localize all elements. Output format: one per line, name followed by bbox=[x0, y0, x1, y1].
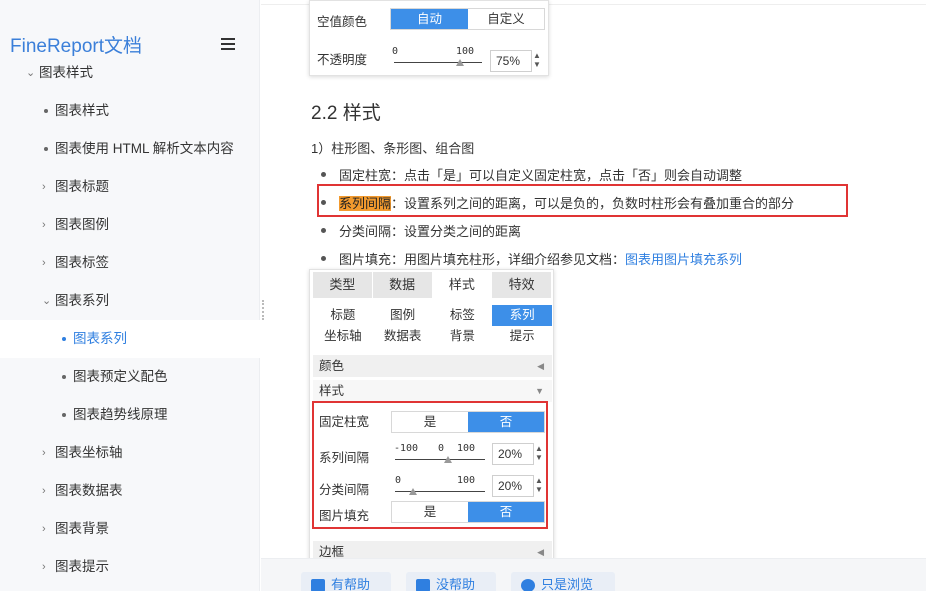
section-heading: 2.2 样式 bbox=[311, 103, 381, 124]
bullet-category-gap: 分类间隔：设置分类之间的距离 bbox=[339, 224, 522, 239]
subtab-tooltip[interactable]: 提示 bbox=[492, 326, 552, 347]
sidebar-item-label: 图表趋势线原理 bbox=[73, 407, 168, 422]
helpful-button[interactable]: 有帮助 bbox=[301, 572, 391, 591]
bullet-dot-icon bbox=[62, 413, 66, 417]
chevron-right-icon[interactable]: › bbox=[42, 510, 46, 548]
sidebar-item-label: 图表样式 bbox=[55, 103, 109, 118]
subtab-title[interactable]: 标题 bbox=[313, 305, 373, 326]
opacity-slider-thumb[interactable] bbox=[456, 59, 464, 66]
helpful-label: 有帮助 bbox=[331, 577, 371, 591]
chevron-right-icon[interactable]: › bbox=[42, 434, 46, 472]
subtab-legend[interactable]: 图例 bbox=[373, 305, 433, 326]
section-style-label: 样式 bbox=[319, 384, 345, 398]
sidebar-item-label: 图表系列 bbox=[55, 293, 109, 308]
not-helpful-button[interactable]: 没帮助 bbox=[406, 572, 496, 591]
not-helpful-label: 没帮助 bbox=[436, 577, 476, 591]
hamburger-menu-icon[interactable] bbox=[221, 38, 235, 50]
sidebar: FineReport文档 ⌄ 图表样式 图表样式 图表使用 HTML 解析文本内容 › 图… bbox=[0, 0, 260, 591]
screenshot-panel-top: 空值颜色 自动 自定义 不透明度 0 100 75% ▲ ▼ bbox=[309, 0, 549, 76]
main-content: 空值颜色 自动 自定义 不透明度 0 100 75% ▲ ▼ 2.2 样式 1）柱… bbox=[261, 0, 926, 591]
screenshot-panel-style: 类型 数据 样式 特效 标题 图例 标签 系列 坐标轴 数据表 背景 提示 颜色… bbox=[309, 269, 554, 564]
bullet-dot-icon bbox=[62, 337, 66, 341]
sidebar-item-label: 图表预定义配色 bbox=[73, 369, 168, 384]
sidebar-item[interactable]: › 图表背景 bbox=[0, 510, 260, 548]
just-browsing-button[interactable]: 只是浏览 bbox=[511, 572, 615, 591]
empty-color-label: 空值颜色 bbox=[317, 15, 368, 29]
tab-type[interactable]: 类型 bbox=[313, 272, 373, 298]
bullet-dot-icon bbox=[44, 147, 48, 151]
sidebar-item-label: 图表标题 bbox=[55, 179, 109, 194]
sidebar-item-label: 图表标签 bbox=[55, 255, 109, 270]
annotation-box-style-settings bbox=[312, 401, 548, 529]
sidebar-item[interactable]: › 图表标签 bbox=[0, 244, 260, 282]
eye-icon bbox=[521, 579, 535, 591]
section-color-label: 颜色 bbox=[319, 359, 345, 373]
bullet-fixed-width: 固定柱宽：点击「是」可以自定义固定柱宽，点击「否」则会自动调整 bbox=[339, 168, 743, 183]
thumbs-down-icon bbox=[416, 579, 430, 591]
sidebar-item[interactable]: › 图表图例 bbox=[0, 206, 260, 244]
sidebar-item-label: 图表数据表 bbox=[55, 483, 123, 498]
bullet-image-fill: 图片填充：用图片填充柱形，详细介绍参见文档： bbox=[339, 252, 626, 267]
subtab-axis[interactable]: 坐标轴 bbox=[313, 326, 373, 347]
opacity-slider-track[interactable] bbox=[394, 62, 482, 63]
chevron-down-icon[interactable]: ⌄ bbox=[42, 282, 51, 320]
opacity-min-tick: 0 bbox=[392, 46, 399, 57]
chart-tabs: 类型 数据 样式 特效 bbox=[313, 272, 552, 298]
sidebar-item-label: 图表使用 HTML 解析文本内容 bbox=[55, 141, 234, 156]
opacity-spinner[interactable]: ▲ ▼ bbox=[532, 51, 542, 69]
section-color[interactable]: 颜色 ◀ bbox=[313, 355, 552, 377]
chevron-right-icon[interactable]: › bbox=[42, 206, 46, 244]
chevron-left-icon: ◀ bbox=[537, 361, 544, 371]
tab-effect[interactable]: 特效 bbox=[492, 272, 552, 298]
sidebar-item-label: 图表图例 bbox=[55, 217, 109, 232]
section-border-label: 边框 bbox=[319, 545, 345, 559]
opacity-max-tick: 100 bbox=[456, 46, 475, 57]
intro-text: 1）柱形图、条形图、组合图 bbox=[311, 141, 475, 156]
annotation-box-series-gap bbox=[317, 184, 848, 217]
subtab-series[interactable]: 系列 bbox=[492, 305, 552, 326]
sidebar-item[interactable]: 图表预定义配色 bbox=[0, 358, 260, 396]
bullet-dot-icon bbox=[44, 109, 48, 113]
sidebar-item[interactable]: 图表系列 bbox=[0, 320, 260, 358]
opacity-input[interactable]: 75% bbox=[490, 50, 532, 72]
subtab-label[interactable]: 标签 bbox=[433, 305, 493, 326]
chevron-down-icon[interactable]: ⌄ bbox=[26, 54, 35, 92]
sidebar-item-label: 图表提示 bbox=[55, 559, 109, 574]
sidebar-item-label: 图表背景 bbox=[55, 521, 109, 536]
sidebar-item[interactable]: 图表趋势线原理 bbox=[0, 396, 260, 434]
subtab-background[interactable]: 背景 bbox=[433, 326, 493, 347]
empty-color-auto[interactable]: 自动 bbox=[391, 9, 468, 29]
chevron-right-icon[interactable]: › bbox=[42, 244, 46, 282]
tab-data[interactable]: 数据 bbox=[372, 272, 433, 298]
tab-style[interactable]: 样式 bbox=[432, 272, 493, 298]
sidebar-item[interactable]: › 图表提示 bbox=[0, 548, 260, 586]
sidebar-item[interactable]: › 图表数据表 bbox=[0, 472, 260, 510]
sidebar-item-label: 图表样式 bbox=[39, 65, 93, 80]
sidebar-item[interactable]: › 图表坐标轴 bbox=[0, 434, 260, 472]
sidebar-item[interactable]: ⌄ 图表样式 bbox=[0, 54, 260, 92]
sidebar-item[interactable]: 图表样式 bbox=[0, 92, 260, 130]
empty-color-toggle: 自动 自定义 bbox=[390, 8, 545, 30]
chevron-right-icon[interactable]: › bbox=[42, 472, 46, 510]
sidebar-item-label: 图表系列 bbox=[73, 331, 127, 346]
chevron-down-icon: ▼ bbox=[535, 386, 544, 396]
doc-link-image-fill[interactable]: 图表用图片填充系列 bbox=[625, 252, 742, 267]
style-subtabs: 标题 图例 标签 系列 坐标轴 数据表 背景 提示 bbox=[313, 305, 552, 347]
bullet-dot-icon bbox=[62, 375, 66, 379]
sidebar-item[interactable]: ⌄ 图表系列 bbox=[0, 282, 260, 320]
sidebar-item[interactable]: 图表使用 HTML 解析文本内容 bbox=[0, 130, 260, 168]
section-style[interactable]: 样式 ▼ bbox=[313, 380, 552, 402]
subtab-datasheet[interactable]: 数据表 bbox=[373, 326, 433, 347]
opacity-label: 不透明度 bbox=[317, 53, 368, 67]
sidebar-item[interactable]: › 图表标题 bbox=[0, 168, 260, 206]
thumbs-up-icon bbox=[311, 579, 325, 591]
chevron-right-icon[interactable]: › bbox=[42, 168, 46, 206]
sidebar-item-label: 图表坐标轴 bbox=[55, 445, 123, 460]
empty-color-custom[interactable]: 自定义 bbox=[468, 9, 544, 29]
just-browsing-label: 只是浏览 bbox=[541, 577, 594, 591]
chevron-right-icon[interactable]: › bbox=[42, 548, 46, 586]
